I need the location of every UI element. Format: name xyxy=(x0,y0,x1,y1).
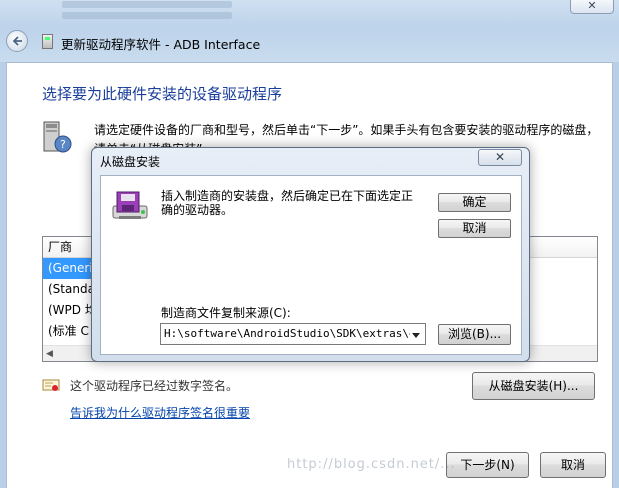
list-item[interactable]: (Generi xyxy=(43,258,93,279)
signed-status-text: 这个驱动程序已经过数字签名。 xyxy=(70,379,239,393)
scroll-left-icon[interactable]: ◀ xyxy=(46,349,53,359)
source-label: 制造商文件复制来源(C): xyxy=(161,306,291,320)
certificate-icon xyxy=(42,379,60,391)
dialog-message: 插入制造商的安装盘，然后确定已在下面选定正确的驱动器。 xyxy=(161,189,414,217)
source-path-combobox[interactable]: H:\software\AndroidStudio\SDK\extras\goo xyxy=(160,323,426,345)
source-path-value[interactable]: H:\software\AndroidStudio\SDK\extras\goo xyxy=(164,327,410,340)
next-button[interactable]: 下一步(N) xyxy=(446,452,529,478)
cancel-button[interactable]: 取消 xyxy=(540,452,606,478)
page-heading: 选择要为此硬件安装的设备驱动程序 xyxy=(42,85,283,103)
have-disk-button[interactable]: 从磁盘安装(H)... xyxy=(472,372,595,400)
ok-button[interactable]: 确定 xyxy=(438,193,511,212)
svg-text:?: ? xyxy=(60,138,66,151)
dialog-close-button[interactable]: ✕ xyxy=(478,149,522,166)
browse-button[interactable]: 浏览(B)... xyxy=(438,324,511,345)
back-button[interactable] xyxy=(6,30,28,52)
signature-info-link[interactable]: 告诉我为什么驱动程序签名很重要 xyxy=(70,404,250,421)
chevron-down-icon[interactable] xyxy=(409,328,423,342)
window-title: 更新驱动程序软件 - ADB Interface xyxy=(61,37,261,52)
background-window-ghost xyxy=(62,1,232,25)
device-icon xyxy=(42,34,53,49)
window-close-button[interactable]: ✕ xyxy=(570,0,614,14)
dialog-cancel-button[interactable]: 取消 xyxy=(438,219,511,238)
hardware-icon: ? xyxy=(43,121,72,153)
dialog-title: 从磁盘安装 xyxy=(100,155,161,169)
back-arrow-icon xyxy=(12,36,22,46)
floppy-disk-icon xyxy=(112,191,148,219)
